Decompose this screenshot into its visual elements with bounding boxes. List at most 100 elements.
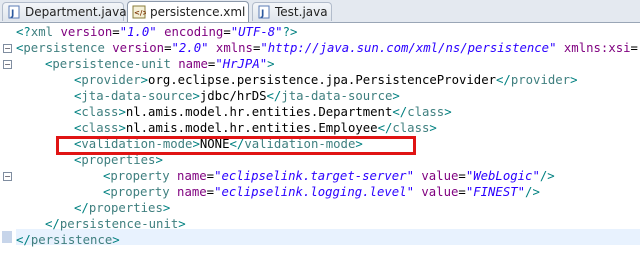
code-token-txt: = (223, 25, 231, 39)
code-token-tag: persistence-unit (52, 57, 171, 71)
code-token-val: "eclipselink.logging.level" (214, 185, 414, 199)
code-token-val: "UTF-8" (230, 25, 283, 39)
xml-file-icon: </> (132, 5, 146, 19)
code-token-tag: provider (510, 73, 571, 87)
code-line[interactable]: <class>nl.amis.model.hr.entities.Departm… (74, 104, 452, 120)
fold-toggle-icon[interactable]: − (3, 60, 12, 69)
code-token-punct: > (155, 153, 163, 167)
code-token-txt: jdbc/hrDS (199, 89, 267, 103)
code-token-attr: xmlns:xsi (563, 41, 631, 55)
code-line[interactable]: <persistence version="2.0" xmlns="http:/… (16, 40, 640, 56)
code-token-tag: xml (30, 25, 54, 39)
code-token-attr: xmlns (215, 41, 253, 55)
code-token-punct: <? (16, 25, 31, 39)
tab-test-java[interactable]: J Test.java (252, 2, 332, 21)
code-token-tag: class (81, 105, 119, 119)
java-file-icon: J (257, 5, 271, 19)
code-token-punct: /> (539, 169, 555, 183)
code-line[interactable]: <?xml version="1.0" encoding="UTF-8"?> (16, 24, 297, 40)
code-token-tag: jta-data-source (281, 89, 393, 103)
code-token-punct: > (444, 105, 452, 119)
java-file-icon: J (7, 5, 21, 19)
code-line[interactable]: <persistence-unit name="HrJPA"> (45, 56, 275, 72)
code-token-tag: properties (81, 153, 156, 167)
code-token-val: "FINEST" (465, 185, 526, 199)
tab-department-java[interactable]: J Department.java (2, 2, 127, 21)
code-token-val: "http://java.sun.com/xml/ns/persistence" (260, 41, 557, 55)
code-token-txt: nl.amis.model.hr.entities.Employee (125, 121, 378, 135)
code-token-punct: > (118, 121, 126, 135)
code-line[interactable]: <provider>org.eclipse.persistence.jpa.Pe… (74, 72, 577, 88)
code-token-attr: version (112, 41, 165, 55)
code-token-tag: properties (88, 201, 163, 215)
code-token-punct: > (570, 73, 578, 87)
code-token-punct: > (178, 217, 186, 231)
code-token-attr: value (421, 185, 459, 199)
code-line[interactable]: <class>nl.amis.model.hr.entities.Employe… (74, 120, 437, 136)
code-token-punct: > (392, 89, 400, 103)
code-token-tag: property (110, 185, 170, 199)
code-token-attr: name (177, 169, 207, 183)
code-token-tag: class (81, 121, 119, 135)
code-token-punct: </ (74, 201, 89, 215)
svg-text:J: J (260, 9, 264, 19)
code-line[interactable]: <property name="eclipselink.logging.leve… (103, 184, 540, 200)
code-token-tag: persistence (30, 233, 113, 247)
annotation-highlight-box (56, 136, 416, 155)
code-line[interactable]: </properties> (74, 200, 170, 216)
svg-text:J: J (10, 9, 14, 19)
code-token-txt: org.eclipse.persistence.jpa.PersistenceP… (148, 73, 497, 87)
tab-label: persistence.xml (150, 5, 246, 19)
editor-gutter: − − − (0, 23, 14, 255)
code-token-punct: </ (496, 73, 511, 87)
code-token-punct: > (112, 233, 120, 247)
code-token-punct: </ (392, 105, 408, 119)
code-line[interactable]: </persistence-unit> (45, 216, 186, 232)
code-token-punct: </ (45, 217, 60, 231)
code-line[interactable]: </persistence> (16, 232, 120, 248)
code-token-punct: /> (525, 185, 540, 199)
code-token-txt: nl.amis.model.hr.entities.Department (125, 105, 393, 119)
code-token-txt: = (112, 25, 120, 39)
code-token-tag: persistence (23, 41, 105, 55)
code-token-punct: </ (266, 89, 282, 103)
code-token-punct: </ (16, 233, 31, 247)
code-token-val: "WebLogic" (465, 169, 540, 183)
fold-toggle-icon[interactable]: − (3, 172, 12, 181)
code-token-tag: class (407, 105, 445, 119)
code-token-punct: > (118, 105, 126, 119)
code-token-val: "2.0" (171, 41, 209, 55)
code-line[interactable]: <property name="eclipselink.target-serve… (103, 168, 555, 184)
tab-label: Test.java (275, 5, 328, 19)
code-token-tag: jta-data-source (81, 89, 193, 103)
code-token-val: "1.0" (119, 25, 157, 39)
code-token-txt: = (458, 169, 466, 183)
tab-persistence-xml[interactable]: </> persistence.xml ✕ (127, 1, 261, 22)
code-token-punct: > (162, 201, 171, 215)
code-token-punct: > (267, 57, 275, 71)
code-token-attr: value (421, 169, 459, 183)
code-token-attr: version (60, 25, 113, 39)
code-token-tag: class (392, 121, 430, 135)
code-token-punct: ?> (282, 25, 298, 39)
code-token-punct: > (429, 121, 437, 135)
code-line[interactable]: <jta-data-source>jdbc/hrDS</jta-data-sou… (74, 88, 400, 104)
editor-tab-bar: J Department.java </> persistence.xml ✕ … (0, 0, 640, 23)
fold-toggle-icon[interactable]: − (3, 44, 12, 53)
code-token-txt: = (206, 169, 215, 183)
code-token-punct: > (140, 73, 149, 87)
code-token-attr: name (177, 185, 207, 199)
code-token-txt: = (630, 41, 638, 55)
code-token-punct: </ (377, 121, 393, 135)
code-token-tag: property (110, 169, 170, 183)
tab-label: Department.java (25, 5, 127, 19)
code-token-val: "HrJPA" (215, 57, 268, 71)
code-token-tag: persistence-unit (59, 217, 179, 231)
code-token-txt: = (458, 185, 466, 199)
code-token-attr: encoding (164, 25, 224, 39)
